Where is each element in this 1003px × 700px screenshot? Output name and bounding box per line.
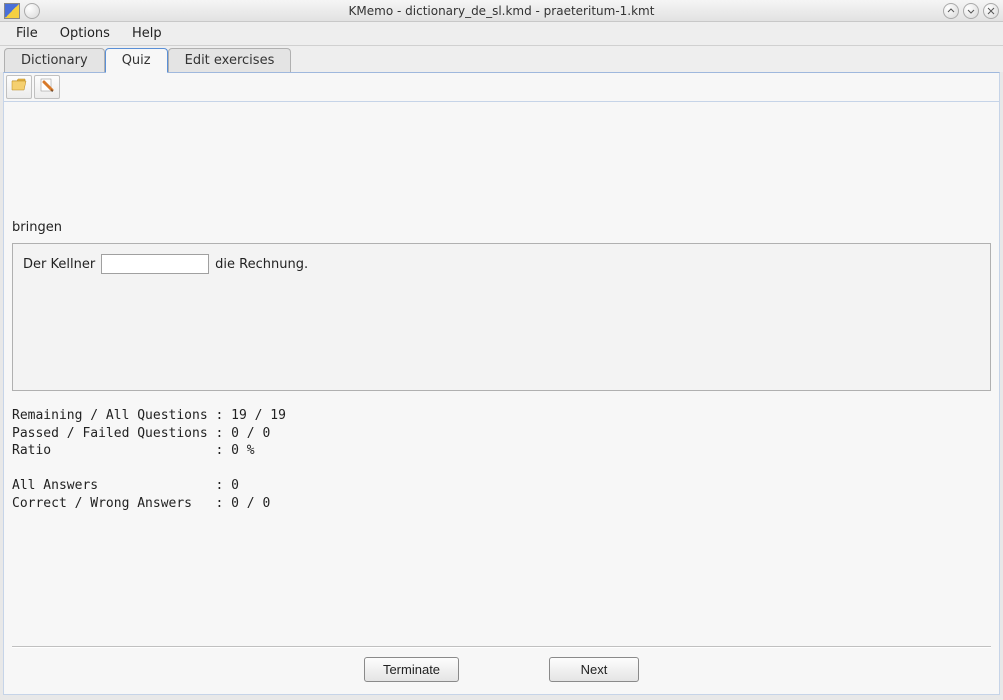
minimize-button[interactable] xyxy=(943,3,959,19)
stats-block: Remaining / All Questions : 19 / 19 Pass… xyxy=(12,407,991,512)
stats-line: Ratio : 0 % xyxy=(12,443,255,458)
tab-dictionary[interactable]: Dictionary xyxy=(4,48,105,72)
button-row: Terminate Next xyxy=(12,647,991,686)
answer-input[interactable] xyxy=(101,254,209,274)
close-button[interactable] xyxy=(983,3,999,19)
menu-file[interactable]: File xyxy=(6,23,48,44)
edit-pencil-icon xyxy=(39,77,55,97)
quiz-toolbar xyxy=(3,72,1000,102)
app-icon xyxy=(4,3,20,19)
open-button[interactable] xyxy=(6,75,32,99)
terminate-button[interactable]: Terminate xyxy=(364,657,459,682)
menu-options[interactable]: Options xyxy=(50,23,120,44)
stats-line: Correct / Wrong Answers : 0 / 0 xyxy=(12,496,270,511)
quiz-prompt-word: bringen xyxy=(12,220,991,235)
next-button[interactable]: Next xyxy=(549,657,639,682)
quiz-panel: bringen Der Kellner die Rechnung. Remain… xyxy=(3,102,1000,695)
menu-help[interactable]: Help xyxy=(122,23,172,44)
question-box: Der Kellner die Rechnung. xyxy=(12,243,991,391)
sentence-after: die Rechnung. xyxy=(215,257,308,272)
window-titlebar: KMemo - dictionary_de_sl.kmd - praeterit… xyxy=(0,0,1003,22)
menu-bar: File Options Help xyxy=(0,22,1003,46)
tab-bar: Dictionary Quiz Edit exercises xyxy=(0,46,1003,72)
tab-edit-exercises[interactable]: Edit exercises xyxy=(168,48,292,72)
sentence-before: Der Kellner xyxy=(23,257,95,272)
tab-quiz[interactable]: Quiz xyxy=(105,48,168,73)
pin-window-icon[interactable] xyxy=(24,3,40,19)
open-folder-icon xyxy=(11,78,27,96)
stats-line: Passed / Failed Questions : 0 / 0 xyxy=(12,426,270,441)
maximize-button[interactable] xyxy=(963,3,979,19)
stats-line: Remaining / All Questions : 19 / 19 xyxy=(12,408,286,423)
edit-button[interactable] xyxy=(34,75,60,99)
window-title: KMemo - dictionary_de_sl.kmd - praeterit… xyxy=(0,4,1003,18)
stats-line: All Answers : 0 xyxy=(12,478,239,493)
